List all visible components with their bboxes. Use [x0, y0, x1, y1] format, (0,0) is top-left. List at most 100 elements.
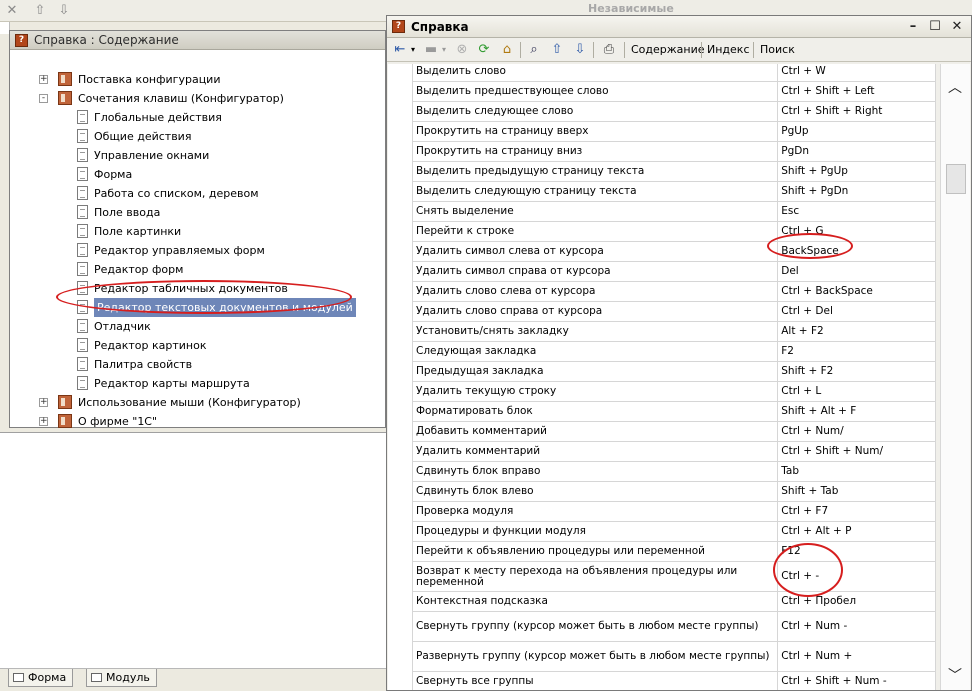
action-cell: Прокрутить на страницу вверх	[411, 121, 779, 142]
arrow-up-icon[interactable]: ⇧	[32, 3, 48, 19]
shortcut-cell: Ctrl + Num/	[777, 421, 936, 442]
shortcut-cell: Ctrl + BackSpace	[777, 281, 936, 302]
next-topic-icon[interactable]: ⇩	[572, 42, 588, 58]
table-row: Удалить символ справа от курсора Del	[411, 261, 936, 282]
shortcuts-table: Выделить слово Ctrl + W Выделить предшеств…	[411, 64, 936, 690]
action-cell: Снять выделение	[411, 201, 779, 222]
scroll-up-icon[interactable]: ︿	[947, 80, 963, 96]
minimize-icon[interactable]: –	[905, 19, 921, 35]
shortcut-cell: Esc	[777, 201, 936, 222]
tree-item[interactable]: + Использование мыши (Конфигуратор)	[10, 393, 380, 412]
tree-item-label: Поле ввода	[94, 206, 161, 219]
stop-icon[interactable]: ⊗	[454, 42, 470, 58]
tree-item[interactable]: Работа со списком, деревом	[10, 184, 380, 203]
tree-item-label: Сочетания клавиш (Конфигуратор)	[78, 92, 284, 105]
tree-item[interactable]: Редактор картинок	[10, 336, 380, 355]
shortcut-cell: Ctrl + Num +	[777, 641, 936, 672]
shortcut-cell: Ctrl + W	[777, 64, 936, 82]
page-icon	[77, 205, 88, 219]
action-cell: Выделить следующее слово	[411, 101, 779, 122]
tree-item[interactable]: Управление окнами	[10, 146, 380, 165]
action-cell: Удалить комментарий	[411, 441, 779, 462]
help-scrollbar[interactable]: ︿ ﹀	[940, 64, 970, 690]
expand-icon[interactable]: +	[39, 398, 48, 407]
chevron-down-icon[interactable]: ▾	[409, 42, 417, 58]
close-icon[interactable]: ✕	[949, 19, 965, 35]
tree-item[interactable]: Редактор форм	[10, 260, 380, 279]
scroll-down-icon[interactable]: ﹀	[947, 668, 963, 684]
search-link[interactable]: Поиск	[760, 38, 795, 62]
tree-item[interactable]: Глобальные действия	[10, 108, 380, 127]
print-icon[interactable]: ⎙	[601, 42, 617, 58]
shortcut-cell: Del	[777, 261, 936, 282]
page-icon	[77, 186, 88, 200]
table-row: Прокрутить на страницу вниз PgDn	[411, 141, 936, 162]
help-window: ? Справка – ☐ ✕ ⇤ ▾ ▬ ▾ ⊗ ⟳ ⌂ ⌕ ⇧ ⇩ ⎙ Со…	[386, 15, 972, 691]
tree-item[interactable]: Поле картинки	[10, 222, 380, 241]
tree-item[interactable]: Палитра свойств	[10, 355, 380, 374]
shortcut-cell: Shift + Alt + F	[777, 401, 936, 422]
table-row: Удалить текущую строку Ctrl + L	[411, 381, 936, 402]
tree-item-label: Редактор управляемых форм	[94, 244, 265, 257]
tree-item[interactable]: Общие действия	[10, 127, 380, 146]
tab-module[interactable]: Модуль	[86, 669, 157, 687]
tree-item[interactable]: Форма	[10, 165, 380, 184]
tree-item[interactable]: + О фирме "1С"	[10, 412, 380, 431]
tab-form[interactable]: Форма	[8, 669, 74, 687]
page-icon	[77, 129, 88, 143]
tree-item[interactable]: Редактор карты маршрута	[10, 374, 380, 393]
action-cell: Удалить символ справа от курсора	[411, 261, 779, 282]
table-row: Выделить предыдущую страницу текста Shift…	[411, 161, 936, 182]
table-row: Проверка модуля Ctrl + F7	[411, 501, 936, 522]
help-window-titlebar[interactable]: ? Справка – ☐ ✕	[387, 16, 971, 38]
table-row: Снять выделение Esc	[411, 201, 936, 222]
action-cell: Удалить слово справа от курсора	[411, 301, 779, 322]
collapse-icon[interactable]: -	[39, 94, 48, 103]
form-icon	[13, 673, 24, 682]
shortcut-cell: Shift + PgUp	[777, 161, 936, 182]
maximize-icon[interactable]: ☐	[927, 19, 943, 35]
action-cell: Сдвинуть блок влево	[411, 481, 779, 502]
module-icon	[91, 673, 102, 682]
book-icon	[58, 414, 72, 428]
expand-icon[interactable]: +	[39, 417, 48, 426]
annotation-ellipse	[773, 543, 843, 597]
contents-link[interactable]: Содержание	[631, 38, 705, 62]
tree-item-label: Поле картинки	[94, 225, 182, 238]
tree-item[interactable]: Редактор управляемых форм	[10, 241, 380, 260]
index-link[interactable]: Индекс	[707, 38, 750, 62]
table-row: Следующая закладка F2	[411, 341, 936, 362]
refresh-icon[interactable]: ⟳	[476, 42, 492, 58]
tree-item[interactable]: Отладчик	[10, 317, 380, 336]
action-cell: Добавить комментарий	[411, 421, 779, 442]
shortcut-cell: F2	[777, 341, 936, 362]
action-cell: Форматировать блок	[411, 401, 779, 422]
tree-item-label: Глобальные действия	[94, 111, 222, 124]
arrow-down-icon[interactable]: ⇩	[56, 3, 72, 19]
home-icon[interactable]: ⌂	[499, 42, 515, 58]
forward-icon[interactable]: ▬	[423, 42, 439, 58]
annotation-ellipse	[767, 233, 853, 259]
contents-window-titlebar[interactable]: ? Справка : Содержание	[10, 31, 385, 50]
table-row: Установить/снять закладку Alt + F2	[411, 321, 936, 342]
tree-item-label: О фирме "1С"	[78, 415, 158, 428]
help-icon: ?	[392, 20, 405, 33]
prev-topic-icon[interactable]: ⇧	[549, 42, 565, 58]
shortcut-cell: Ctrl + Del	[777, 301, 936, 322]
tree-item[interactable]: + Поставка конфигурации	[10, 70, 380, 89]
find-icon[interactable]: ⌕	[526, 42, 542, 58]
tree-item[interactable]: Поле ввода	[10, 203, 380, 222]
back-icon[interactable]: ⇤	[392, 42, 408, 58]
tree-item[interactable]: - Сочетания клавиш (Конфигуратор)	[10, 89, 380, 108]
chevron-down-icon[interactable]: ▾	[440, 42, 448, 58]
tree-item-label: Редактор форм	[94, 263, 184, 276]
tree-item-label: Редактор картинок	[94, 339, 207, 352]
table-row: Сдвинуть блок влево Shift + Tab	[411, 481, 936, 502]
tree-item-label: Поставка конфигурации	[78, 73, 221, 86]
close-icon[interactable]: ✕	[4, 3, 20, 19]
table-row: Возврат к месту перехода на объявления п…	[411, 561, 936, 592]
scroll-thumb[interactable]	[946, 164, 966, 194]
book-icon	[58, 395, 72, 409]
page-icon	[77, 376, 88, 390]
expand-icon[interactable]: +	[39, 75, 48, 84]
